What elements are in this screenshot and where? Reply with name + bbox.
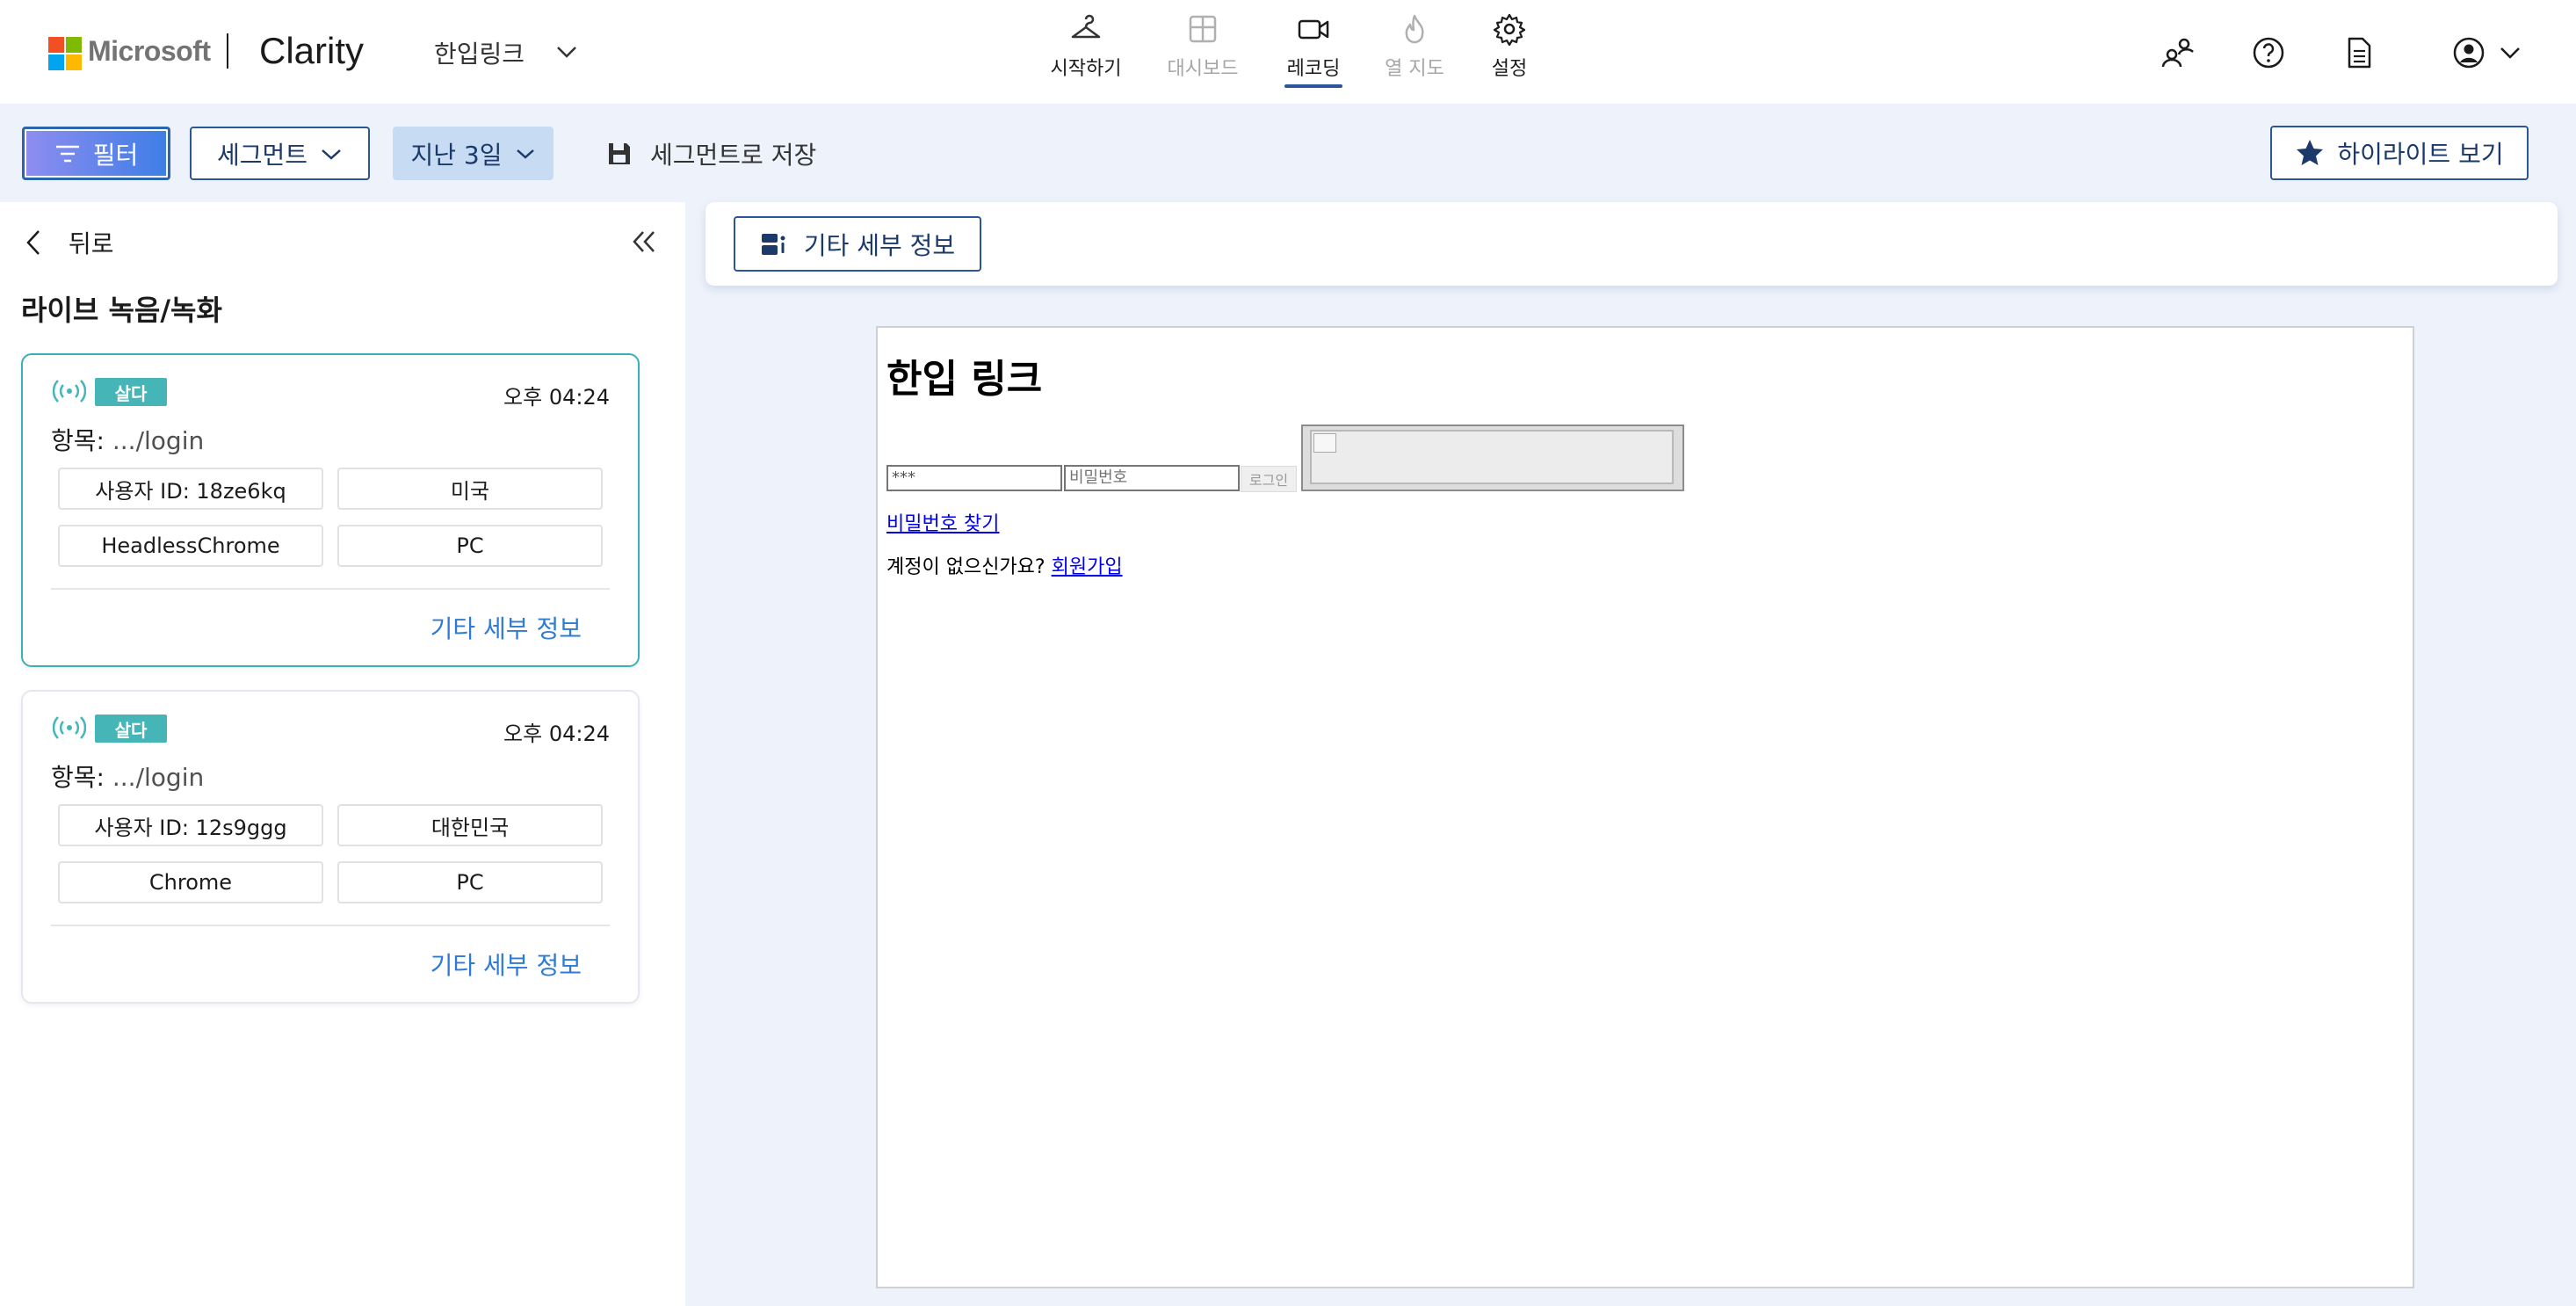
active-nav-indicator bbox=[1284, 84, 1342, 88]
browser-chip: Chrome bbox=[58, 861, 323, 903]
browser-chip: HeadlessChrome bbox=[58, 525, 323, 567]
nav-settings[interactable]: 설정 bbox=[1476, 12, 1543, 91]
segment-label: 세그먼트 bbox=[216, 140, 308, 170]
date-range-label: 지난 3일 bbox=[410, 140, 503, 170]
replay-signup-link: 회원가입 bbox=[1051, 556, 1123, 578]
nav-label: 레코딩 bbox=[1286, 58, 1341, 80]
user-id-chip: 사용자 ID: 18ze6kq bbox=[58, 468, 323, 510]
nav-label: 열 지도 bbox=[1385, 58, 1444, 80]
more-details-button[interactable]: 기타 세부 정보 bbox=[734, 216, 981, 272]
session-card[interactable]: 살다 오후 04:24 항목: .../login 사용자 ID: 12s9gg… bbox=[21, 690, 640, 1004]
video-icon bbox=[1298, 19, 1329, 40]
card-divider bbox=[51, 588, 610, 590]
live-badge: 살다 bbox=[95, 378, 167, 406]
chevron-down-icon[interactable] bbox=[554, 39, 580, 65]
no-account-label: 계정이 없으신가요? bbox=[886, 556, 1046, 578]
star-icon bbox=[2297, 140, 2324, 165]
recordings-side-panel: 뒤로 라이브 녹음/녹화 살다 오후 04:24 항목: .../login 사… bbox=[0, 202, 685, 1306]
replay-no-account-text: 계정이 없으신가요? 회원가입 bbox=[886, 551, 1123, 579]
dashboard-icon bbox=[1189, 15, 1217, 43]
microsoft-logo-icon bbox=[48, 37, 82, 70]
country-chip: 대한민국 bbox=[337, 804, 603, 846]
replay-find-password-link: 비밀번호 찾기 bbox=[886, 513, 1000, 535]
replay-login-button: 로그인 bbox=[1241, 466, 1297, 492]
entry-label: 항목: bbox=[51, 763, 105, 792]
save-as-segment-button[interactable]: 세그먼트로 저장 bbox=[606, 130, 816, 178]
more-details-link[interactable]: 기타 세부 정보 bbox=[431, 610, 582, 645]
device-chip: PC bbox=[337, 525, 603, 567]
live-broadcast-icon bbox=[53, 716, 86, 739]
user-id-chip: 사용자 ID: 12s9ggg bbox=[58, 804, 323, 846]
replay-captcha-inner bbox=[1310, 430, 1674, 484]
session-detail-bar: 기타 세부 정보 bbox=[706, 202, 2558, 286]
help-icon[interactable] bbox=[2251, 35, 2286, 70]
replay-page-title: 한입 링크 bbox=[886, 357, 1043, 402]
replay-password-field: 비밀번호 bbox=[1064, 465, 1240, 491]
country-chip: 미국 bbox=[337, 468, 603, 510]
date-range-dropdown[interactable]: 지난 3일 bbox=[393, 127, 554, 180]
project-selector-label[interactable]: 한입링크 bbox=[434, 35, 525, 70]
document-icon[interactable] bbox=[2341, 35, 2377, 70]
session-entry: 항목: .../login bbox=[51, 758, 204, 794]
filter-button[interactable]: 필터 bbox=[22, 127, 170, 180]
entry-value: .../login bbox=[112, 426, 205, 455]
brand-name: Microsoft bbox=[88, 35, 211, 67]
product-name[interactable]: Clarity bbox=[259, 30, 364, 72]
details-panel-icon bbox=[761, 233, 785, 255]
save-as-segment-label: 세그먼트로 저장 bbox=[650, 141, 817, 170]
filter-icon bbox=[55, 145, 79, 162]
account-icon[interactable] bbox=[2451, 35, 2486, 70]
top-header: Microsoft Clarity 한입링크 시작하기 대시보드 레코딩 열 지… bbox=[0, 0, 2576, 104]
nav-dashboard[interactable]: 대시보드 bbox=[1162, 12, 1243, 91]
nav-label: 설정 bbox=[1491, 58, 1528, 80]
entry-label: 항목: bbox=[51, 426, 105, 455]
gear-icon bbox=[1493, 13, 1526, 46]
chevron-down-icon bbox=[516, 149, 534, 159]
save-icon bbox=[609, 143, 630, 164]
replay-captcha-frame bbox=[1301, 424, 1684, 491]
chevron-down-icon[interactable] bbox=[2497, 35, 2523, 70]
session-entry: 항목: .../login bbox=[51, 422, 204, 457]
session-replay-viewport[interactable]: 한입 링크 *** 비밀번호 로그인 비밀번호 찾기 계정이 없으신가요? 회원… bbox=[876, 326, 2414, 1288]
replay-id-field: *** bbox=[886, 465, 1062, 491]
brand-divider bbox=[227, 33, 228, 69]
nav-getting-started[interactable]: 시작하기 bbox=[1046, 12, 1126, 91]
session-time: 오후 04:24 bbox=[503, 385, 610, 410]
filter-label: 필터 bbox=[92, 140, 139, 170]
nav-recordings[interactable]: 레코딩 bbox=[1274, 12, 1353, 91]
back-button[interactable]: 뒤로 bbox=[25, 225, 114, 260]
more-details-link[interactable]: 기타 세부 정보 bbox=[431, 947, 582, 982]
session-card[interactable]: 살다 오후 04:24 항목: .../login 사용자 ID: 18ze6k… bbox=[21, 353, 640, 667]
view-highlights-label: 하이라이트 보기 bbox=[2337, 140, 2504, 169]
session-time: 오후 04:24 bbox=[503, 722, 610, 746]
collapse-panel-icon[interactable] bbox=[631, 229, 657, 255]
broken-image-icon bbox=[1313, 433, 1336, 453]
device-chip: PC bbox=[337, 861, 603, 903]
more-details-label: 기타 세부 정보 bbox=[803, 230, 956, 260]
card-divider bbox=[51, 925, 610, 926]
nav-label: 대시보드 bbox=[1167, 58, 1239, 80]
chevron-left-icon bbox=[26, 230, 40, 255]
flame-icon bbox=[1405, 14, 1424, 44]
users-icon[interactable] bbox=[2160, 35, 2195, 70]
segment-dropdown[interactable]: 세그먼트 bbox=[190, 127, 370, 180]
view-highlights-button[interactable]: 하이라이트 보기 bbox=[2270, 126, 2529, 180]
nav-heatmaps[interactable]: 열 지도 bbox=[1375, 12, 1454, 91]
back-label: 뒤로 bbox=[69, 229, 114, 258]
hanger-icon bbox=[1071, 14, 1101, 39]
live-broadcast-icon bbox=[53, 380, 86, 403]
panel-title: 라이브 녹음/녹화 bbox=[21, 294, 222, 327]
live-badge: 살다 bbox=[95, 715, 167, 743]
nav-label: 시작하기 bbox=[1050, 58, 1122, 80]
chevron-down-icon bbox=[322, 149, 341, 160]
entry-value: .../login bbox=[112, 763, 205, 792]
